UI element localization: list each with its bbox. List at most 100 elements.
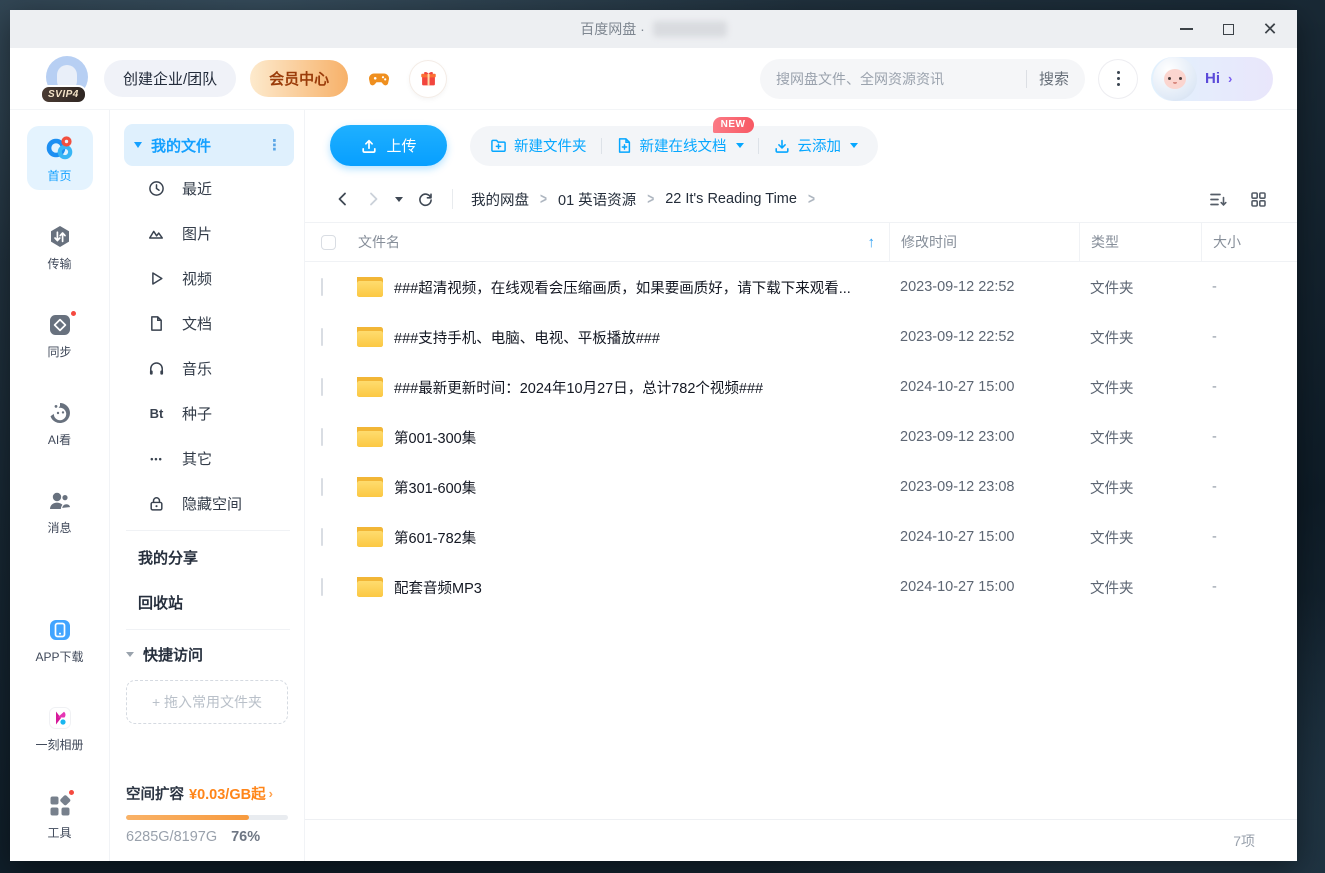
sidebar-section-quick-access[interactable]: 快捷访问 <box>124 634 294 674</box>
sidebar-item-videos[interactable]: 视频 <box>124 256 294 301</box>
select-all-checkbox[interactable] <box>321 235 336 250</box>
sidebar-item-torrents[interactable]: Bt 种子 <box>124 391 294 436</box>
more-menu-icon[interactable] <box>1099 60 1137 98</box>
rail-item-app-download[interactable]: APP下载 <box>27 609 93 671</box>
cloud-add-button[interactable]: 云添加 <box>759 126 873 166</box>
title-bar[interactable]: 百度网盘 · ✕ <box>10 10 1297 48</box>
table-row[interactable]: 配套音频MP3 2024-10-27 15:00 文件夹 - <box>305 562 1297 612</box>
refresh-button[interactable] <box>417 191 434 208</box>
rail-item-photo-album[interactable]: 一刻相册 <box>27 697 93 759</box>
sidebar-item-recent[interactable]: 最近 <box>124 166 294 211</box>
table-row[interactable]: ###超清视频，在线观看会压缩画质，如果要画质好，请下载下来观看... 2023… <box>305 262 1297 312</box>
storage-progress-bar <box>126 815 288 820</box>
file-size: - <box>1201 529 1267 545</box>
table-row[interactable]: 第001-300集 2023-09-12 23:00 文件夹 - <box>305 412 1297 462</box>
column-header-name[interactable]: 文件名 ↑ <box>351 223 889 261</box>
table-row[interactable]: 第601-782集 2024-10-27 15:00 文件夹 - <box>305 512 1297 562</box>
breadcrumb: 我的网盘 > 01 英语资源 > 22 It's Reading Time > <box>471 189 815 210</box>
row-checkbox[interactable] <box>321 478 323 496</box>
sort-ascending-icon[interactable]: ↑ <box>868 234 876 251</box>
gift-icon[interactable] <box>410 61 446 97</box>
column-header-size[interactable]: 大小 <box>1201 223 1267 261</box>
close-button[interactable]: ✕ <box>1253 15 1287 43</box>
row-checkbox[interactable] <box>321 278 323 296</box>
upload-button[interactable]: 上传 <box>330 125 447 166</box>
file-name[interactable]: ###支持手机、电脑、电视、平板播放### <box>394 327 660 348</box>
notification-dot <box>68 789 75 796</box>
storage-expand-link[interactable]: 空间扩容 ¥0.03/GB起 › <box>126 783 288 804</box>
minimize-button[interactable] <box>1169 15 1203 43</box>
history-dropdown-icon[interactable] <box>395 197 403 202</box>
file-size: - <box>1201 279 1267 295</box>
photo-album-icon <box>47 705 73 731</box>
row-checkbox[interactable] <box>321 428 323 446</box>
search-button[interactable]: 搜索 <box>1039 68 1069 89</box>
file-name[interactable]: 配套音频MP3 <box>394 577 482 598</box>
breadcrumb-item-root[interactable]: 我的网盘 <box>471 189 529 210</box>
divider <box>452 189 453 209</box>
file-name[interactable]: ###最新更新时间：2024年10月27日，总计782个视频### <box>394 377 763 398</box>
breadcrumb-item-2[interactable]: 22 It's Reading Time <box>665 191 797 207</box>
collapse-arrow-icon[interactable] <box>126 652 134 657</box>
cloud-add-icon <box>773 137 791 155</box>
rail-item-tools[interactable]: 工具 <box>27 785 93 847</box>
app-window: 百度网盘 · ✕ SVIP4 创建企业/团队 会员中心 搜索 <box>10 10 1297 861</box>
game-icon[interactable] <box>362 62 396 96</box>
rail-item-home[interactable]: 首页 <box>27 126 93 190</box>
sidebar-item-music[interactable]: 音乐 <box>124 346 294 391</box>
sidebar-item-others[interactable]: ••• 其它 <box>124 436 294 481</box>
file-name[interactable]: 第601-782集 <box>394 527 476 548</box>
forward-button[interactable] <box>365 191 381 207</box>
user-profile-button[interactable]: Hi › <box>1151 57 1273 101</box>
grid-view-icon[interactable] <box>1250 191 1267 208</box>
table-row[interactable]: ###最新更新时间：2024年10月27日，总计782个视频### 2024-1… <box>305 362 1297 412</box>
clock-icon <box>148 180 165 197</box>
folder-icon <box>357 277 383 297</box>
column-header-time[interactable]: 修改时间 <box>889 223 1079 261</box>
sidebar-item-documents[interactable]: 文档 <box>124 301 294 346</box>
chevron-right-icon: > <box>647 190 654 208</box>
table-row[interactable]: ###支持手机、电脑、电视、平板播放### 2023-09-12 22:52 文… <box>305 312 1297 362</box>
create-team-button[interactable]: 创建企业/团队 <box>104 60 236 97</box>
row-checkbox[interactable] <box>321 528 323 546</box>
new-folder-button[interactable]: 新建文件夹 <box>476 126 601 166</box>
breadcrumb-item-1[interactable]: 01 英语资源 <box>558 189 636 210</box>
row-checkbox[interactable] <box>321 378 323 396</box>
column-header-type[interactable]: 类型 <box>1079 223 1201 261</box>
collapse-arrow-icon[interactable] <box>134 142 142 148</box>
sort-order-icon[interactable] <box>1209 191 1228 208</box>
file-name[interactable]: 第301-600集 <box>394 477 476 498</box>
rail-item-ai-view[interactable]: AI看 <box>27 392 93 454</box>
row-checkbox[interactable] <box>321 328 323 346</box>
messages-icon <box>47 488 73 514</box>
play-icon <box>148 270 165 287</box>
sidebar-item-my-files[interactable]: 我的文件 ⋮ <box>124 124 294 166</box>
account-logo[interactable]: SVIP4 <box>44 56 90 102</box>
new-online-doc-button[interactable]: NEW 新建在线文档 <box>602 126 758 166</box>
rail-item-messages[interactable]: 消息 <box>27 480 93 542</box>
pin-folder-dropzone[interactable]: + 拖入常用文件夹 <box>126 680 288 724</box>
search-input[interactable] <box>776 71 1014 87</box>
sidebar-item-my-shares[interactable]: 我的分享 <box>124 535 294 580</box>
vip-center-button[interactable]: 会员中心 <box>250 60 348 97</box>
chevron-right-icon: › <box>269 786 273 801</box>
sidebar-item-recycle-bin[interactable]: 回收站 <box>124 580 294 625</box>
ai-view-icon <box>47 400 73 426</box>
table-row[interactable]: 第301-600集 2023-09-12 23:08 文件夹 - <box>305 462 1297 512</box>
rail-item-transfer[interactable]: 传输 <box>27 216 93 278</box>
my-files-more-icon[interactable]: ⋮ <box>267 138 282 153</box>
row-checkbox[interactable] <box>321 578 323 596</box>
maximize-button[interactable] <box>1211 15 1245 43</box>
breadcrumb-expand-icon[interactable]: > <box>808 190 815 208</box>
file-name[interactable]: 第001-300集 <box>394 427 476 448</box>
blurred-username <box>653 21 727 37</box>
back-button[interactable] <box>335 191 351 207</box>
file-size: - <box>1201 479 1267 495</box>
app-header: SVIP4 创建企业/团队 会员中心 搜索 Hi › <box>10 48 1297 110</box>
rail-item-sync[interactable]: 同步 <box>27 304 93 366</box>
sidebar-item-hidden-space[interactable]: 隐藏空间 <box>124 481 294 526</box>
file-type: 文件夹 <box>1079 377 1201 398</box>
file-name[interactable]: ###超清视频，在线观看会压缩画质，如果要画质好，请下载下来观看... <box>394 277 851 298</box>
file-type: 文件夹 <box>1079 277 1201 298</box>
sidebar-item-pictures[interactable]: 图片 <box>124 211 294 256</box>
